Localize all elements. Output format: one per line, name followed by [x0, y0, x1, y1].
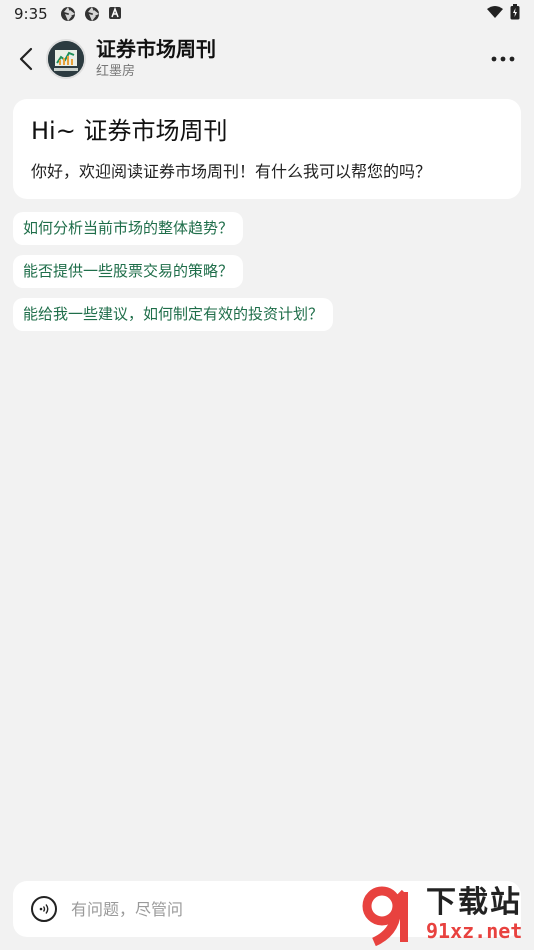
watermark: 下载站 91xz.net [360, 882, 530, 948]
status-bar: 9:35 [0, 0, 534, 28]
status-right [486, 4, 520, 24]
aperture-icon [60, 6, 76, 22]
welcome-text: 你好，欢迎阅读证券市场周刊！有什么我可以帮您的吗？ [31, 162, 432, 181]
aperture-icon [84, 6, 100, 22]
more-button[interactable] [488, 44, 518, 74]
wifi-icon [486, 5, 504, 23]
page-subtitle: 红墨房 [96, 64, 136, 79]
chevron-left-icon [19, 47, 33, 71]
avatar[interactable] [46, 39, 86, 79]
watermark-top: 下载站 [426, 885, 522, 920]
suggestion-chip[interactable]: 如何分析当前市场的整体趋势？ [13, 212, 244, 245]
suggestion-chip[interactable]: 能否提供一些股票交易的策略？ [13, 255, 244, 288]
battery-icon [510, 4, 520, 24]
status-time: 9:35 [14, 5, 48, 23]
welcome-card: Hi~ 证券市场周刊 你好，欢迎阅读证券市场周刊！有什么我可以帮您的吗？ [13, 99, 521, 199]
chat-input[interactable] [71, 899, 371, 919]
header-titles: 证券市场周刊 红墨房 [96, 37, 216, 81]
voice-icon [39, 904, 49, 914]
watermark-bottom: 91xz.net [426, 919, 523, 943]
chat-header: 证券市场周刊 红墨房 [0, 28, 534, 90]
watermark-logo [360, 884, 422, 947]
more-horizontal-icon [491, 56, 515, 62]
suggestion-list: 如何分析当前市场的整体趋势？ 能否提供一些股票交易的策略？ 能给我一些建议，如何… [13, 212, 334, 341]
page-title: 证券市场周刊 [96, 37, 216, 61]
voice-button[interactable] [31, 896, 57, 922]
watermark-text: 下载站 91xz.net [426, 885, 523, 944]
a-badge-icon [108, 6, 124, 22]
suggestion-chip[interactable]: 能给我一些建议，如何制定有效的投资计划？ [13, 298, 334, 331]
back-button[interactable] [12, 39, 40, 79]
welcome-title: Hi~ 证券市场周刊 [31, 117, 228, 145]
